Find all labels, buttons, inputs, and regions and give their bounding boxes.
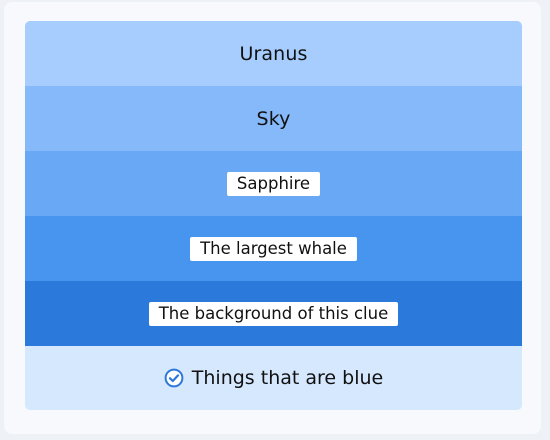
clue-text-2: Sky: [256, 107, 291, 130]
clue-text-1: Uranus: [239, 42, 308, 65]
clue-row-4: The largest whale: [25, 216, 522, 281]
clue-text-3: Sapphire: [226, 171, 321, 196]
answer-label: Things that are blue: [191, 367, 384, 389]
clue-row-1: Uranus: [25, 21, 522, 86]
clue-text-5: The background of this clue: [148, 301, 399, 326]
check-circle-icon: [164, 368, 184, 388]
clue-text-4: The largest whale: [190, 236, 357, 261]
clue-row-3: Sapphire: [25, 151, 522, 216]
clue-board: Uranus Sky Sapphire The largest whale Th…: [25, 21, 522, 410]
answer-row: Things that are blue: [25, 346, 522, 410]
clue-row-2: Sky: [25, 86, 522, 151]
clue-row-5: The background of this clue: [25, 281, 522, 346]
